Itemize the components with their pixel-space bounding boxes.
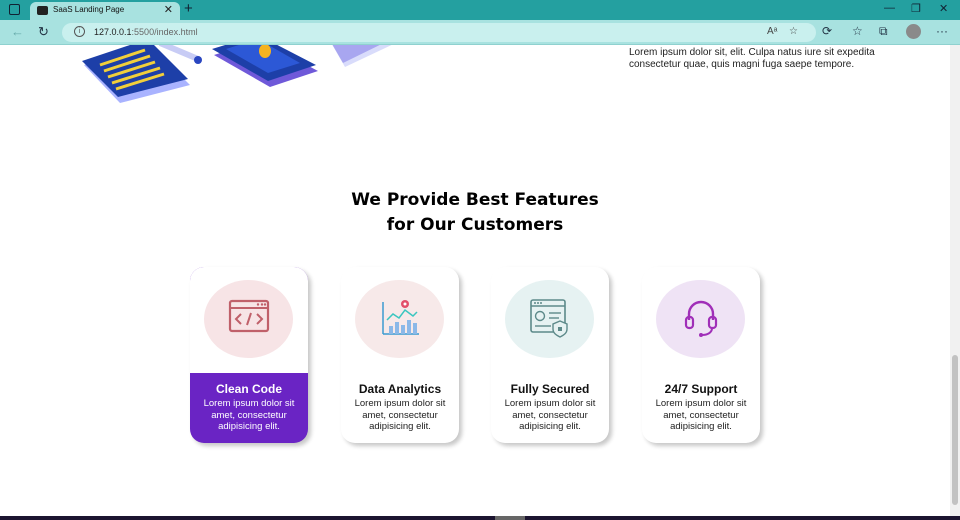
features-heading-line-1: We Provide Best Features [351, 190, 599, 210]
card-description: Lorem ipsum dolor sit amet, consectetur … [203, 398, 295, 432]
tab-title: SaaS Landing Page [53, 5, 125, 14]
browser-tab-bar: SaaS Landing Page ✕ + — ❐ ✕ [0, 0, 960, 20]
scrollbar-thumb[interactable] [952, 355, 958, 505]
more-menu-icon[interactable]: ··· [936, 24, 948, 38]
support-icon-circle [656, 280, 745, 358]
back-icon[interactable]: ← [11, 24, 24, 39]
browser-tab[interactable]: SaaS Landing Page ✕ [30, 2, 180, 20]
page-scrollbar[interactable] [950, 45, 960, 516]
bottom-edge [0, 516, 960, 520]
site-info-icon[interactable]: i [74, 26, 85, 37]
features-heading: We Provide Best Features for Our Custome… [300, 188, 650, 238]
favorites-icon[interactable]: ☆ [852, 24, 863, 38]
headset-icon [684, 300, 718, 337]
feature-card-data-analytics[interactable]: Data Analytics Lorem ipsum dolor sit ame… [341, 267, 459, 443]
secure-profile-icon [530, 299, 568, 338]
feature-card-fully-secured[interactable]: Fully Secured Lorem ipsum dolor sit amet… [491, 267, 609, 443]
card-title: Data Analytics [358, 382, 442, 396]
tab-favicon-icon [37, 6, 48, 15]
restore-button[interactable]: ❐ [911, 2, 921, 15]
feature-card-support[interactable]: 24/7 Support Lorem ipsum dolor sit amet,… [642, 267, 760, 443]
card-description: Lorem ipsum dolor sit amet, consectetur … [354, 398, 446, 432]
page-content: Lorem ipsum dolor sit, elit. Culpa natus… [0, 45, 950, 516]
hero-description: Lorem ipsum dolor sit, elit. Culpa natus… [629, 47, 875, 70]
close-window-button[interactable]: ✕ [939, 2, 948, 15]
card-title: 24/7 Support [664, 382, 738, 396]
hero-illustration [82, 45, 392, 103]
features-heading-line-2: for Our Customers [386, 215, 564, 235]
extensions-icon[interactable]: ⟳ [822, 24, 832, 38]
feature-card-clean-code[interactable]: Clean Code Lorem ipsum dolor sit amet, c… [190, 267, 308, 443]
new-tab-button[interactable]: + [184, 0, 193, 17]
url-path: :5500/index.html [131, 27, 198, 37]
minimize-button[interactable]: — [884, 2, 895, 14]
card-description: Lorem ipsum dolor sit amet, consectetur … [504, 398, 596, 432]
data-analytics-icon-circle [355, 280, 444, 358]
window-menu-icon[interactable] [9, 4, 20, 15]
card-title: Clean Code [215, 382, 282, 396]
favorite-star-icon[interactable]: ☆ [789, 26, 798, 37]
read-aloud-icon[interactable]: Aᵃ [767, 26, 777, 37]
collections-icon[interactable]: ⧉ [879, 24, 888, 39]
url-field[interactable]: i 127.0.0.1:5500/index.html Aᵃ ☆ [62, 23, 816, 42]
url-host: 127.0.0.1 [94, 27, 132, 37]
card-title: Fully Secured [510, 382, 590, 396]
analytics-chart-icon [382, 300, 419, 335]
card-description: Lorem ipsum dolor sit amet, consectetur … [655, 398, 747, 432]
tab-close-icon[interactable]: ✕ [164, 3, 173, 16]
profile-avatar[interactable] [906, 24, 921, 39]
address-bar: ← ↻ i 127.0.0.1:5500/index.html Aᵃ ☆ ⟳ ☆… [0, 20, 960, 45]
code-window-icon [228, 299, 270, 333]
refresh-icon[interactable]: ↻ [38, 24, 49, 40]
fully-secured-icon-circle [505, 280, 594, 358]
url-text: 127.0.0.1:5500/index.html [94, 27, 198, 37]
clean-code-icon-circle [204, 280, 293, 358]
